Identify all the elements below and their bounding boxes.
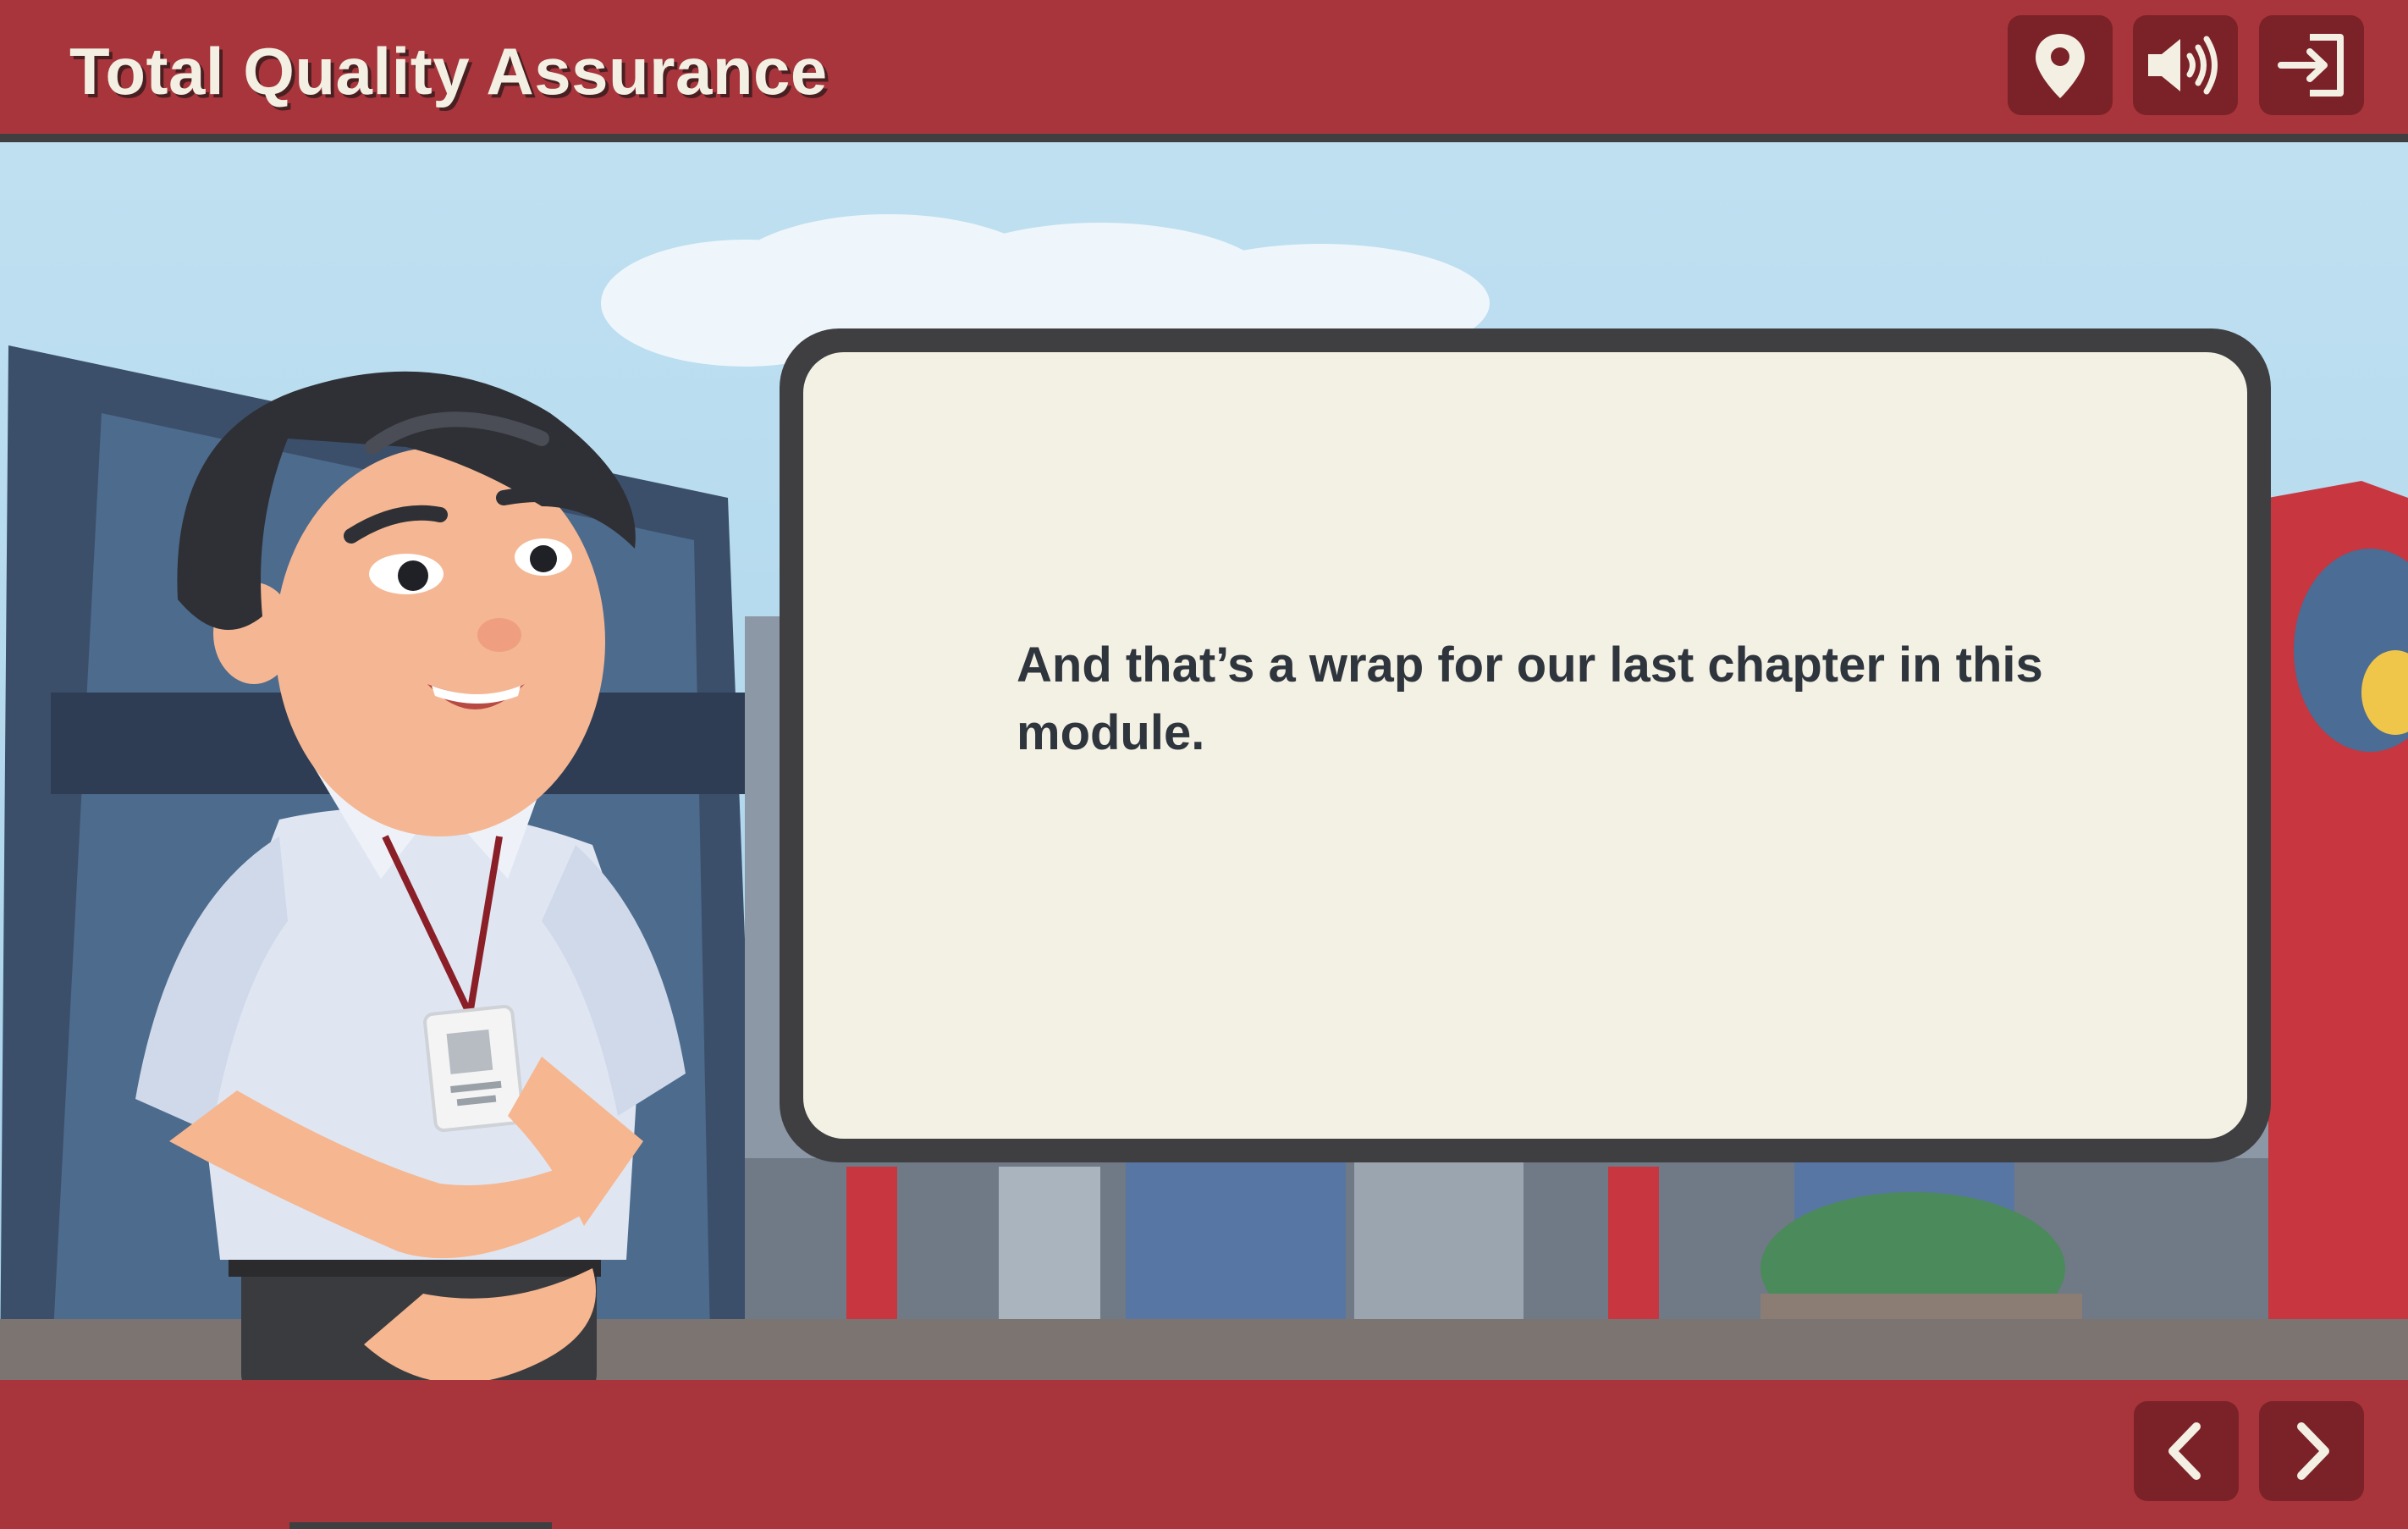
speaker-icon — [2148, 36, 2218, 95]
course-title: Total Quality Assurance — [69, 34, 828, 108]
dialog-text: And that’s a wrap for our last chapter i… — [1017, 638, 2043, 760]
dialog-panel: And that’s a wrap for our last chapter i… — [803, 352, 2247, 1139]
footer-accent — [289, 1522, 552, 1529]
previous-button[interactable] — [2134, 1401, 2239, 1501]
chevron-right-icon — [2297, 1422, 2329, 1480]
footer-bar — [0, 1380, 2408, 1529]
chevron-left-icon — [2168, 1422, 2201, 1480]
dialog-box: And that’s a wrap for our last chapter i… — [780, 328, 2271, 1162]
header-divider — [0, 134, 2408, 142]
audio-button[interactable] — [2133, 15, 2238, 115]
exit-icon — [2278, 34, 2344, 97]
menu-button[interactable] — [2008, 15, 2113, 115]
map-pin-icon — [2036, 34, 2085, 98]
next-button[interactable] — [2259, 1401, 2364, 1501]
header-bar: Total Quality Assurance — [0, 0, 2408, 135]
exit-button[interactable] — [2259, 15, 2364, 115]
